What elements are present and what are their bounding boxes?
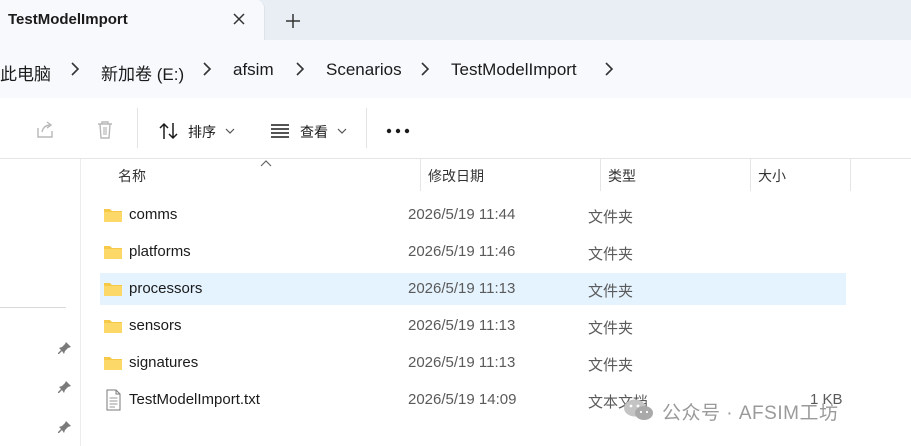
folder-icon	[104, 246, 122, 259]
breadcrumb-afsim[interactable]: afsim	[233, 60, 274, 80]
chevron-down-icon[interactable]	[337, 127, 347, 135]
chevron-right-icon[interactable]	[418, 60, 432, 78]
folder-icon	[104, 209, 122, 222]
breadcrumb-drive-e[interactable]: 新加卷 (E:)	[101, 60, 184, 85]
watermark-text: 公众号 · AFSIM工坊	[662, 403, 839, 424]
tab-title: TestModelImport	[8, 11, 128, 28]
pin-icon[interactable]	[58, 341, 72, 355]
chevron-right-icon[interactable]	[200, 60, 214, 78]
more-options-icon[interactable]	[386, 128, 410, 134]
folder-icon	[104, 357, 122, 370]
file-row-comms[interactable]: comms 2026/5/19 11:44 文件夹	[100, 199, 846, 231]
wechat-logo-icon	[624, 399, 653, 420]
file-date: 2026/5/19 11:13	[408, 354, 516, 371]
column-divider[interactable]	[850, 159, 851, 191]
file-name: sensors	[129, 317, 182, 334]
folder-icon	[104, 283, 122, 296]
nav-divider	[0, 307, 66, 308]
file-row-signatures[interactable]: signatures 2026/5/19 11:13 文件夹	[100, 347, 846, 379]
column-divider[interactable]	[750, 159, 751, 191]
file-type: 文件夹	[588, 357, 634, 374]
chevron-right-icon[interactable]	[68, 60, 82, 78]
file-row-platforms[interactable]: platforms 2026/5/19 11:46 文件夹	[100, 236, 846, 268]
tab-testmodelimport[interactable]: TestModelImport	[0, 0, 265, 40]
file-date: 2026/5/19 14:09	[408, 391, 517, 408]
toolbar-divider	[137, 108, 138, 148]
view-icon[interactable]	[270, 123, 290, 139]
file-type: 文件夹	[588, 209, 634, 226]
sort-button-label[interactable]: 排序	[188, 122, 216, 142]
breadcrumb-scenarios[interactable]: Scenarios	[326, 60, 402, 80]
file-date: 2026/5/19 11:44	[408, 206, 516, 223]
file-type: 文件夹	[588, 246, 634, 263]
tab-strip: TestModelImport	[0, 0, 911, 40]
breadcrumb-this-pc[interactable]: 此电脑	[0, 60, 51, 85]
column-divider[interactable]	[420, 159, 421, 191]
pin-icon[interactable]	[58, 380, 72, 394]
file-row-processors[interactable]: processors 2026/5/19 11:13 文件夹	[100, 273, 846, 305]
navigation-pane	[0, 159, 81, 446]
view-button-label[interactable]: 查看	[300, 122, 328, 142]
file-name: comms	[129, 206, 178, 223]
command-bar: 排序 查看	[0, 98, 911, 159]
column-header-size[interactable]: 大小	[758, 166, 786, 186]
pin-icon[interactable]	[58, 420, 72, 434]
file-date: 2026/5/19 11:13	[408, 280, 516, 297]
file-type: 文件夹	[588, 320, 634, 337]
file-row-sensors[interactable]: sensors 2026/5/19 11:13 文件夹	[100, 310, 846, 342]
file-type: 文件夹	[588, 283, 634, 300]
sort-icon[interactable]	[158, 121, 180, 141]
column-divider[interactable]	[600, 159, 601, 191]
chevron-down-icon[interactable]	[225, 127, 235, 135]
file-name: signatures	[129, 354, 199, 371]
column-header-name[interactable]: 名称	[118, 166, 146, 186]
column-header-type[interactable]: 类型	[608, 166, 636, 186]
file-date: 2026/5/19 11:13	[408, 317, 516, 334]
toolbar-divider	[366, 108, 367, 148]
folder-icon	[104, 320, 122, 333]
file-name: TestModelImport.txt	[129, 391, 260, 408]
file-name: processors	[129, 280, 203, 297]
column-header-date[interactable]: 修改日期	[428, 166, 484, 186]
close-icon[interactable]	[228, 8, 250, 30]
share-icon[interactable]	[34, 119, 56, 141]
file-name: platforms	[129, 243, 191, 260]
breadcrumb: 此电脑 新加卷 (E:) afsim Scenarios TestModelIm…	[0, 40, 911, 98]
sort-ascending-icon	[260, 160, 272, 167]
text-file-icon	[106, 389, 121, 411]
chevron-right-icon[interactable]	[293, 60, 307, 78]
chevron-right-icon[interactable]	[602, 60, 616, 78]
breadcrumb-testmodelimport[interactable]: TestModelImport	[451, 60, 577, 80]
file-date: 2026/5/19 11:46	[408, 243, 516, 260]
delete-icon[interactable]	[94, 119, 116, 141]
new-tab-icon[interactable]	[280, 8, 306, 34]
